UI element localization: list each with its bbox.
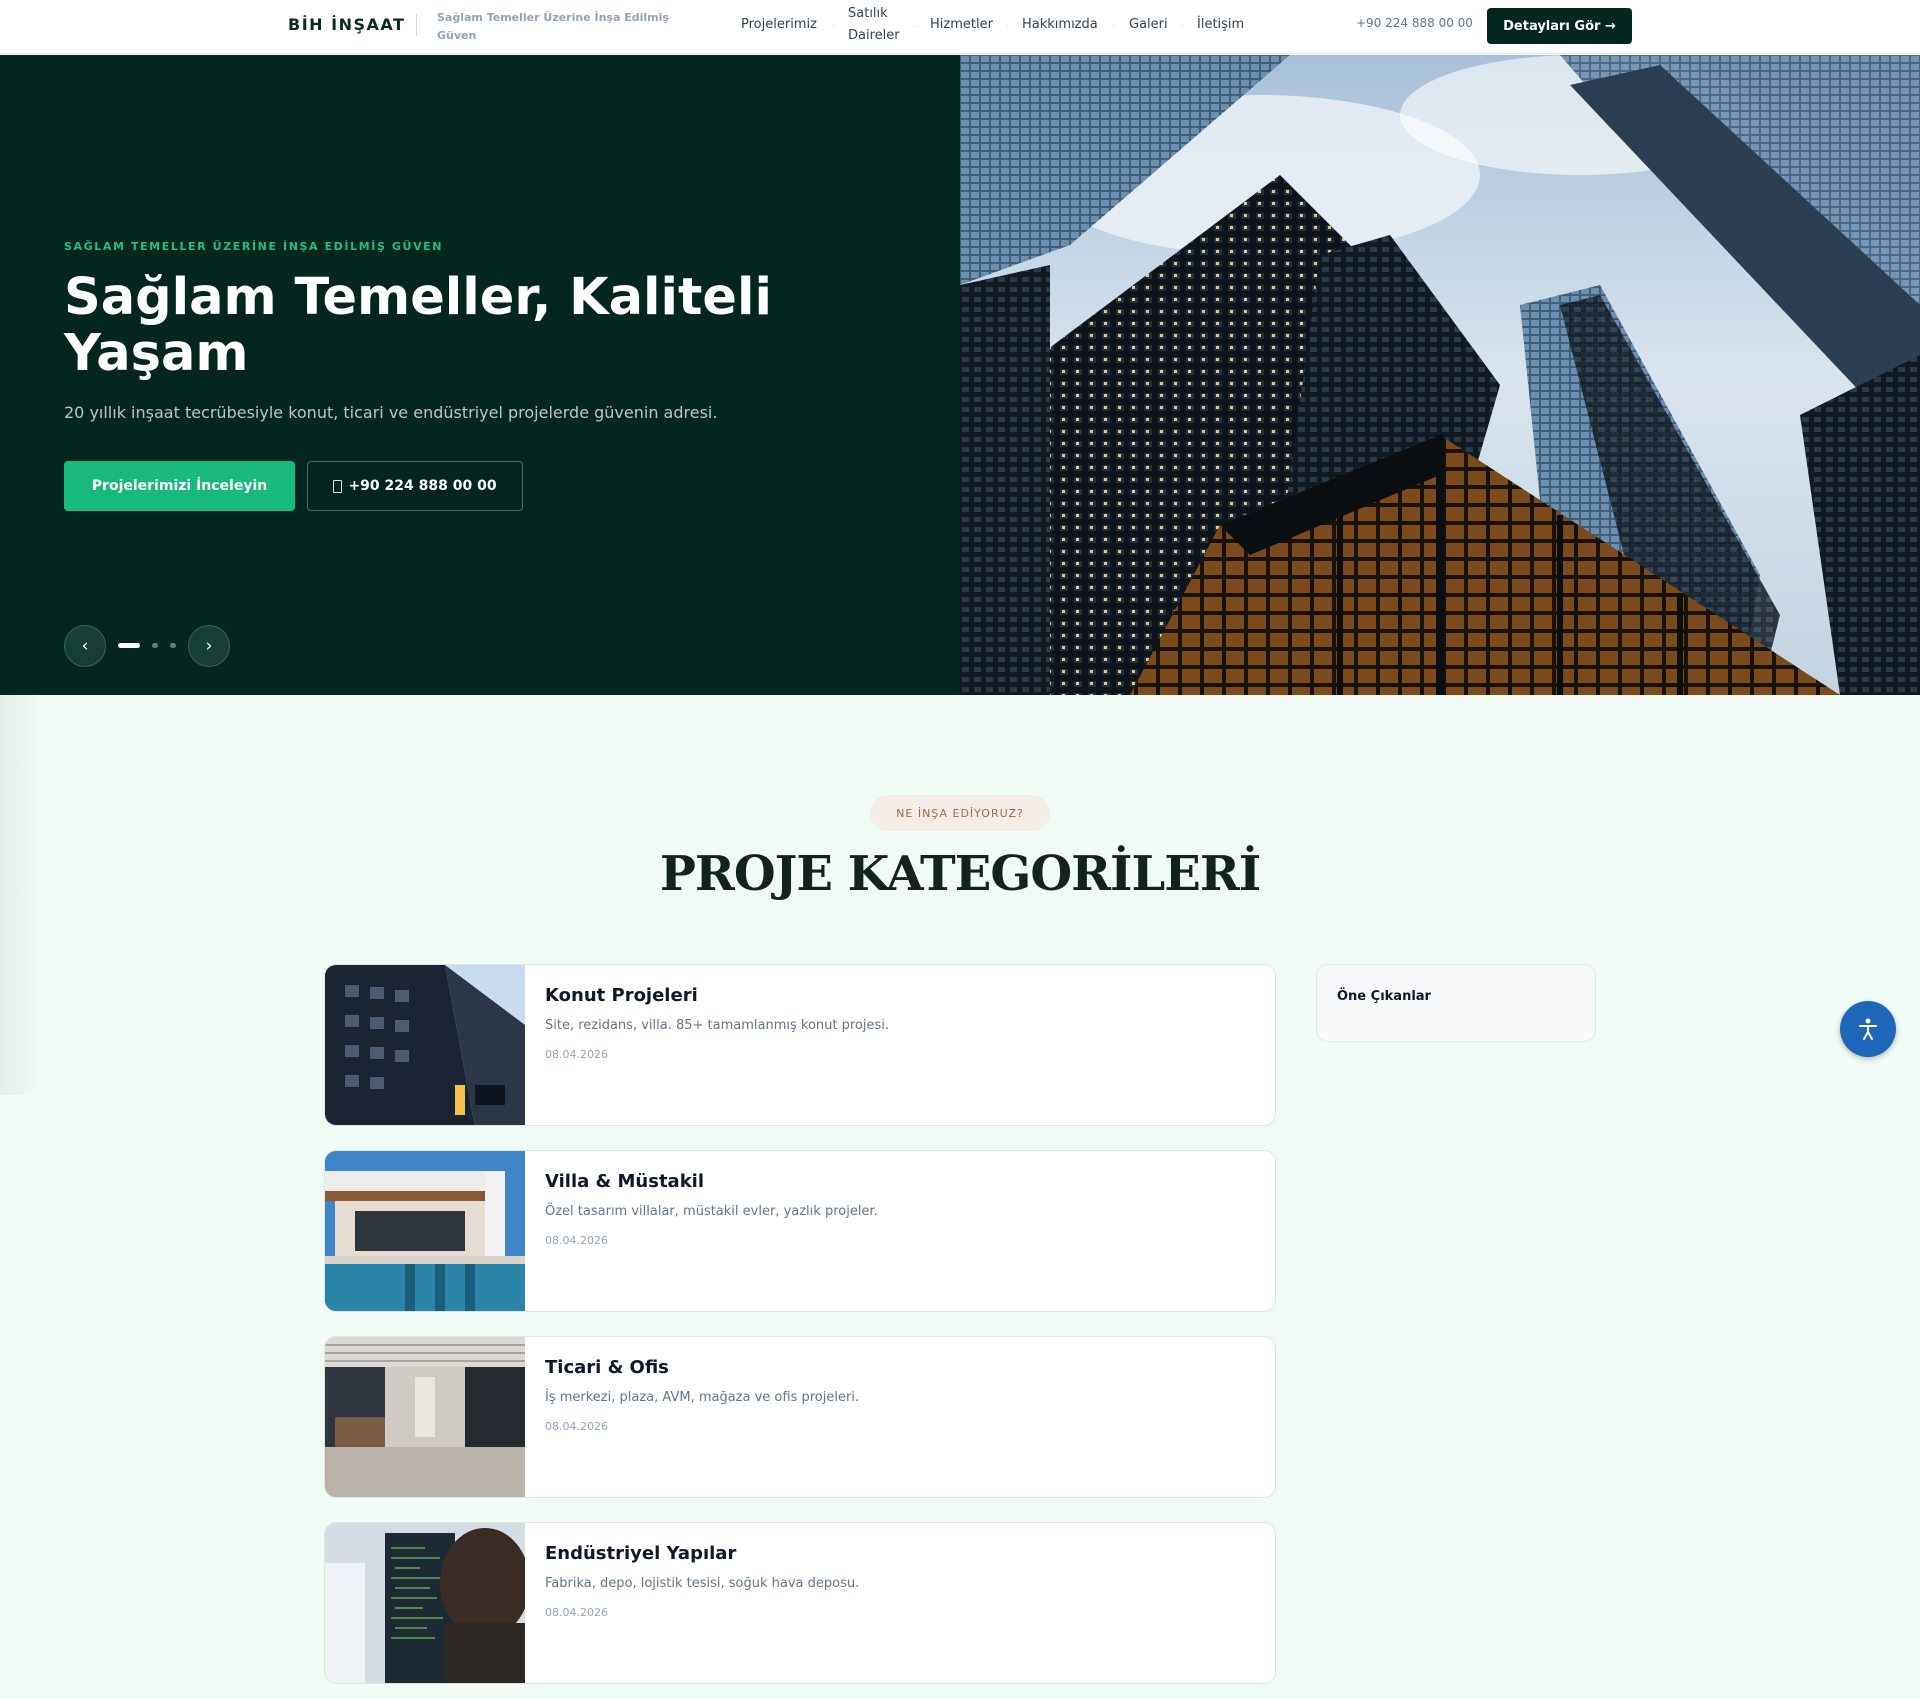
top-navbar: BİH İNŞAAT Sağlam Temeller Üzerine İnşa …	[0, 0, 1920, 54]
category-card-ticari[interactable]: Ticari & Ofis İş merkezi, plaza, AVM, ma…	[324, 1336, 1276, 1498]
category-date: 08.04.2026	[545, 1606, 608, 1619]
accessibility-button[interactable]	[1840, 1001, 1896, 1057]
featured-sidebar-title: Öne Çıkanlar	[1337, 989, 1431, 1004]
slider-dot-3[interactable]	[170, 643, 176, 648]
hero-skyscraper-image	[960, 55, 1920, 695]
brand-logo[interactable]: BİH İNŞAAT	[288, 15, 405, 34]
call-phone-label: +90 224 888 00 00	[348, 478, 497, 494]
accessibility-icon	[1859, 1018, 1877, 1040]
category-title[interactable]: Ticari & Ofis	[545, 1357, 669, 1378]
category-description: Fabrika, depo, lojistik tesisi, soğuk ha…	[545, 1576, 860, 1591]
section-edge-shade	[0, 695, 40, 1095]
nav-separator: ·	[1181, 22, 1185, 33]
slider-dot-1[interactable]	[118, 643, 140, 648]
category-date: 08.04.2026	[545, 1234, 608, 1247]
nav-item-hakkimizda[interactable]: Hakkımızda	[1022, 14, 1098, 36]
category-image-ticari	[325, 1337, 525, 1497]
category-description: Özel tasarım villalar, müstakil evler, y…	[545, 1204, 878, 1219]
featured-sidebar: Öne Çıkanlar	[1316, 964, 1596, 1042]
section-title: PROJE KATEGORİLERİ	[659, 846, 1261, 902]
details-button[interactable]: Detayları Gör →	[1487, 8, 1632, 44]
nav-item-galeri[interactable]: Galeri	[1129, 14, 1168, 36]
nav-phone-number[interactable]: +90 224 888 00 00	[1356, 16, 1473, 30]
nav-item-iletisim[interactable]: İletişim	[1197, 14, 1244, 36]
category-title[interactable]: Endüstriyel Yapılar	[545, 1543, 736, 1564]
nav-separator: ·	[832, 22, 836, 33]
nav-item-satilik-daireler[interactable]: Satılık Daireler	[848, 3, 918, 47]
slider-next-button[interactable]: ›	[188, 625, 230, 667]
nav-item-hizmetler[interactable]: Hizmetler	[930, 14, 993, 36]
category-title[interactable]: Villa & Müstakil	[545, 1171, 704, 1192]
phone-icon	[333, 479, 343, 493]
hero-title: Sağlam Temeller, Kaliteli Yaşam	[64, 268, 772, 383]
category-date: 08.04.2026	[545, 1420, 608, 1433]
nav-separator: ·	[1112, 22, 1116, 33]
category-card-villa[interactable]: Villa & Müstakil Özel tasarım villalar, …	[324, 1150, 1276, 1312]
nav-item-projelerimiz[interactable]: Projelerimiz	[741, 14, 817, 36]
category-date: 08.04.2026	[545, 1048, 608, 1061]
hero-subtitle: 20 yıllık inşaat tecrübesiyle konut, tic…	[64, 403, 718, 422]
category-title[interactable]: Konut Projeleri	[545, 985, 698, 1006]
hero-slider: SAĞLAM TEMELLER ÜZERİNE İNŞA EDİLMİŞ GÜV…	[0, 55, 1920, 695]
category-description: İş merkezi, plaza, AVM, mağaza ve ofis p…	[545, 1390, 860, 1405]
category-card-konut[interactable]: Konut Projeleri Site, rezidans, villa. 8…	[324, 964, 1276, 1126]
nav-separator: ·	[1006, 22, 1010, 33]
slider-prev-button[interactable]: ‹	[64, 625, 106, 667]
nav-separator: ·	[914, 22, 918, 33]
brand-divider	[416, 14, 417, 36]
call-phone-button[interactable]: +90 224 888 00 00	[307, 461, 523, 511]
hero-content: SAĞLAM TEMELLER ÜZERİNE İNŞA EDİLMİŞ GÜV…	[0, 55, 960, 695]
category-card-endustriyel[interactable]: Endüstriyel Yapılar Fabrika, depo, lojis…	[324, 1522, 1276, 1684]
category-image-villa	[325, 1151, 525, 1311]
category-image-endustriyel	[325, 1523, 530, 1683]
section-badge: NE İNŞA EDİYORUZ?	[870, 795, 1050, 831]
category-image-konut	[325, 965, 525, 1125]
slider-dot-2[interactable]	[152, 643, 158, 648]
hero-eyebrow: SAĞLAM TEMELLER ÜZERİNE İNŞA EDİLMİŞ GÜV…	[64, 240, 444, 253]
view-projects-button[interactable]: Projelerimizi İnceleyin	[64, 461, 295, 511]
brand-tagline: Sağlam Temeller Üzerine İnşa Edilmiş Güv…	[437, 11, 669, 42]
category-description: Site, rezidans, villa. 85+ tamamlanmış k…	[545, 1018, 890, 1033]
